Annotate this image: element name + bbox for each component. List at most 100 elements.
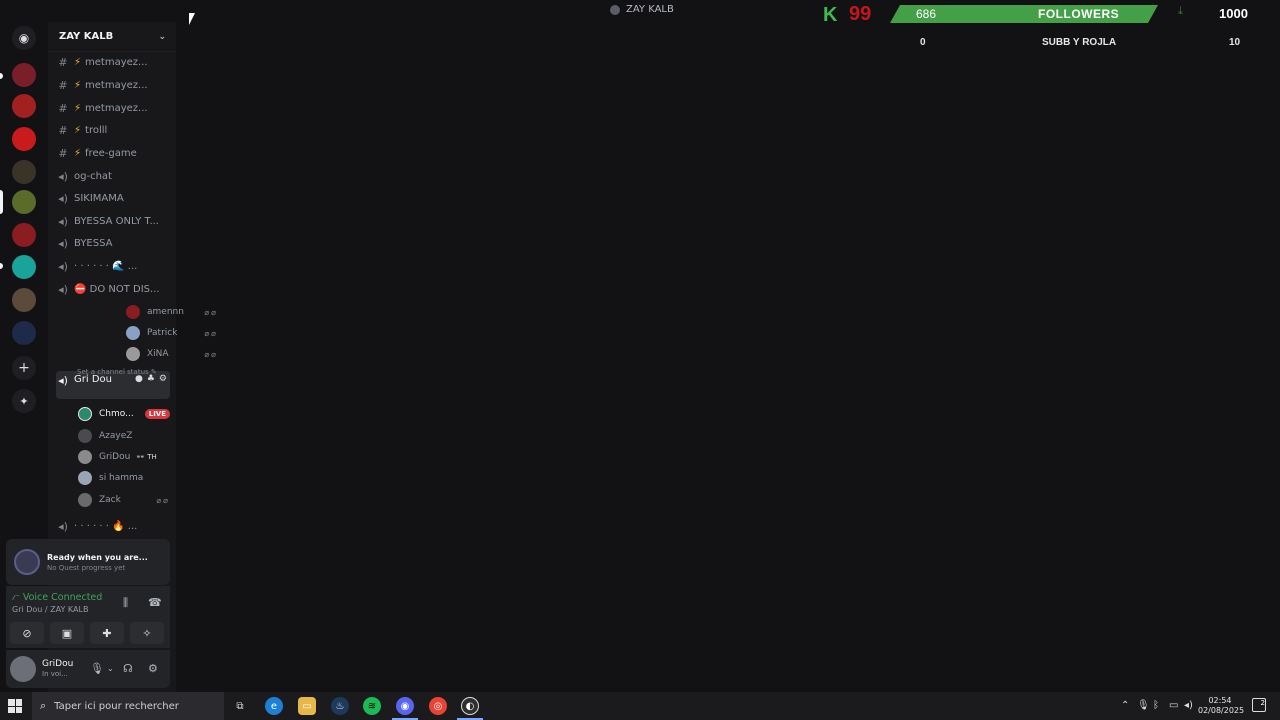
headphones-icon[interactable]: ☊ <box>123 662 133 675</box>
followers-label: FOLLOWERS <box>1038 7 1120 21</box>
discord-icon[interactable]: ◉ <box>396 697 414 715</box>
voice-user[interactable]: Chmo... LIVE <box>78 405 170 423</box>
channel-text-free-game[interactable]: # ⚡ free-game <box>56 143 170 163</box>
voice-user-name: GriDou <box>99 452 131 462</box>
speaker-icon: ◂) <box>58 191 68 205</box>
network-icon[interactable]: ▭ <box>1169 700 1178 711</box>
muted-deafened-icon: ⌀⌀ <box>156 495 170 505</box>
server-icon-6[interactable] <box>12 223 36 247</box>
server-icon-1[interactable] <box>12 63 36 87</box>
channel-status[interactable]: Set a channel status ✎ <box>77 368 157 376</box>
overlay-k-logo: K <box>823 4 838 26</box>
voice-connected-status[interactable]: ⦧ Voice Connected <box>12 592 102 603</box>
camera-off-button[interactable]: ⊘ <box>10 622 44 644</box>
server-icon-7[interactable] <box>12 255 36 279</box>
server-icon-4[interactable] <box>12 160 36 184</box>
voice-user-name: Patrick <box>147 328 178 338</box>
discord-home-icon[interactable]: ◉ <box>12 26 36 50</box>
voice-location[interactable]: Gri Dou / ZAY KALB <box>12 605 88 614</box>
volume-icon[interactable]: ◂) <box>1184 700 1193 711</box>
muted-deafened-icon: ⌀⌀ <box>204 307 218 317</box>
channel-text-og-chat[interactable]: ◂) og-chat <box>56 166 170 186</box>
explore-icon[interactable]: ✦ <box>12 389 36 413</box>
server-icon-2[interactable] <box>12 94 36 118</box>
avatar[interactable] <box>10 656 36 682</box>
channel-label: free-game <box>85 147 137 159</box>
server-icon-3[interactable] <box>12 127 36 151</box>
voice-user[interactable]: XiNA ⌀⌀ <box>126 345 218 363</box>
server-header[interactable]: ZAY KALB ⌄ <box>48 22 176 52</box>
avatar <box>78 407 92 421</box>
channel-voice-byessa[interactable]: ◂) BYESSA <box>56 233 170 253</box>
channel-text-3[interactable]: # ⚡ metmayez... <box>56 98 170 118</box>
voice-user-name: si hamma <box>99 473 144 483</box>
server-icon-zay-kalb[interactable] <box>12 190 36 214</box>
channel-label: trolll <box>85 124 108 136</box>
bluetooth-icon[interactable]: ᛒ <box>1153 700 1159 711</box>
voice-user-name: AzayeZ <box>99 431 133 441</box>
voice-user-name: amennn <box>147 307 184 317</box>
server-icon-9[interactable] <box>12 321 36 345</box>
taskbar-search[interactable]: ⌕ Taper ici pour rechercher <box>32 692 224 720</box>
user-panel: GriDou In voi... 🎙 ⌄ ☊ ⚙ <box>6 650 170 688</box>
channel-text-1[interactable]: # ⚡ metmayez... <box>56 52 170 72</box>
voice-user[interactable]: Zack ⌀⌀ <box>78 491 170 509</box>
microphone-icon[interactable]: 🎙 <box>90 662 104 675</box>
disconnect-icon[interactable]: ☎ <box>148 596 162 609</box>
activity-button[interactable]: ✚ <box>90 622 124 644</box>
gear-icon[interactable]: ⚙ <box>159 374 167 384</box>
add-server-icon[interactable]: + <box>12 356 36 380</box>
voice-user[interactable]: GriDou 👓 TH <box>78 448 170 466</box>
windows-start-icon[interactable] <box>8 699 22 713</box>
channel-label: BYESSA <box>74 237 113 249</box>
channel-voice-fire[interactable]: ◂) · · · · · · 🔥 ... <box>56 516 170 536</box>
screen-share-button[interactable]: ▣ <box>50 622 84 644</box>
quest-card[interactable]: Ready when you are... No Quest progress … <box>6 539 170 585</box>
followers-goal-bar: 686 FOLLOWERS <box>890 5 1158 23</box>
server-icon-8[interactable] <box>12 288 36 312</box>
speaker-icon: ◂) <box>58 374 68 387</box>
voice-user-name: XiNA <box>147 349 169 359</box>
speaker-icon: ◂) <box>58 282 68 296</box>
notification-count: 2 <box>1260 699 1265 707</box>
obs-icon[interactable]: ◐ <box>461 697 479 715</box>
channel-text-trolll[interactable]: # ⚡ trolll <box>56 120 170 140</box>
subs-goal: 10 <box>1229 37 1241 48</box>
chevron-down-icon[interactable]: ⌄ <box>107 664 114 673</box>
channel-voice-do-not-disturb[interactable]: ◂) ⛔ DO NOT DIS... <box>56 279 170 299</box>
chevron-down-icon[interactable]: ⌄ <box>158 32 166 42</box>
channel-voice-wave[interactable]: ◂) · · · · · · 🌊 ... <box>56 256 170 276</box>
spotify-icon[interactable]: ≋ <box>363 697 381 715</box>
quest-icon <box>14 549 40 575</box>
channel-voice-byessa-only[interactable]: ◂) BYESSA ONLY T... <box>56 211 170 231</box>
voice-user[interactable]: Patrick ⌀⌀ <box>126 324 218 342</box>
channel-text-2[interactable]: # ⚡ metmayez... <box>56 75 170 95</box>
microphone-icon[interactable]: 🎙 <box>1137 700 1150 711</box>
edge-icon[interactable]: e <box>265 697 283 715</box>
channel-label: SIKIMAMA <box>74 192 124 204</box>
voice-user[interactable]: amennn ⌀⌀ <box>126 303 218 321</box>
voice-user[interactable]: AzayeZ <box>78 427 170 445</box>
window-title: ZAY KALB <box>610 4 674 15</box>
speaker-icon: ◂) <box>58 259 68 273</box>
taskbar: ⌕ Taper ici pour rechercher ⧉ e ▭ ♨ ≋ ◉ … <box>0 692 1280 720</box>
followers-current: 686 <box>916 7 937 21</box>
steam-icon[interactable]: ♨ <box>331 697 349 715</box>
taskbar-clock[interactable]: 02:54 02/08/2025 <box>1198 696 1244 716</box>
notification-icon[interactable]: 2 <box>1252 698 1266 712</box>
task-view-icon[interactable]: ⧉ <box>231 697 249 715</box>
bolt-icon: ⚡ <box>74 56 82 68</box>
chevron-up-icon[interactable]: ⌃ <box>1121 700 1129 711</box>
voice-user[interactable]: si hamma <box>78 469 170 487</box>
bolt-icon: ⚡ <box>74 102 82 114</box>
channel-voice-sikimama[interactable]: ◂) SIKIMAMA <box>56 188 170 208</box>
hash-icon: # <box>58 55 68 69</box>
file-explorer-icon[interactable]: ▭ <box>298 697 316 715</box>
noise-suppression-icon[interactable]: ⫼ <box>123 596 128 610</box>
gear-icon[interactable]: ⚙ <box>148 662 158 675</box>
speaker-icon: ◂) <box>58 214 68 228</box>
chrome-icon[interactable]: ◎ <box>429 697 447 715</box>
soundboard-button[interactable]: ✧ <box>130 622 164 644</box>
voice-status-text: Voice Connected <box>22 592 103 603</box>
channel-label: · · · · · · 🔥 ... <box>74 520 138 532</box>
